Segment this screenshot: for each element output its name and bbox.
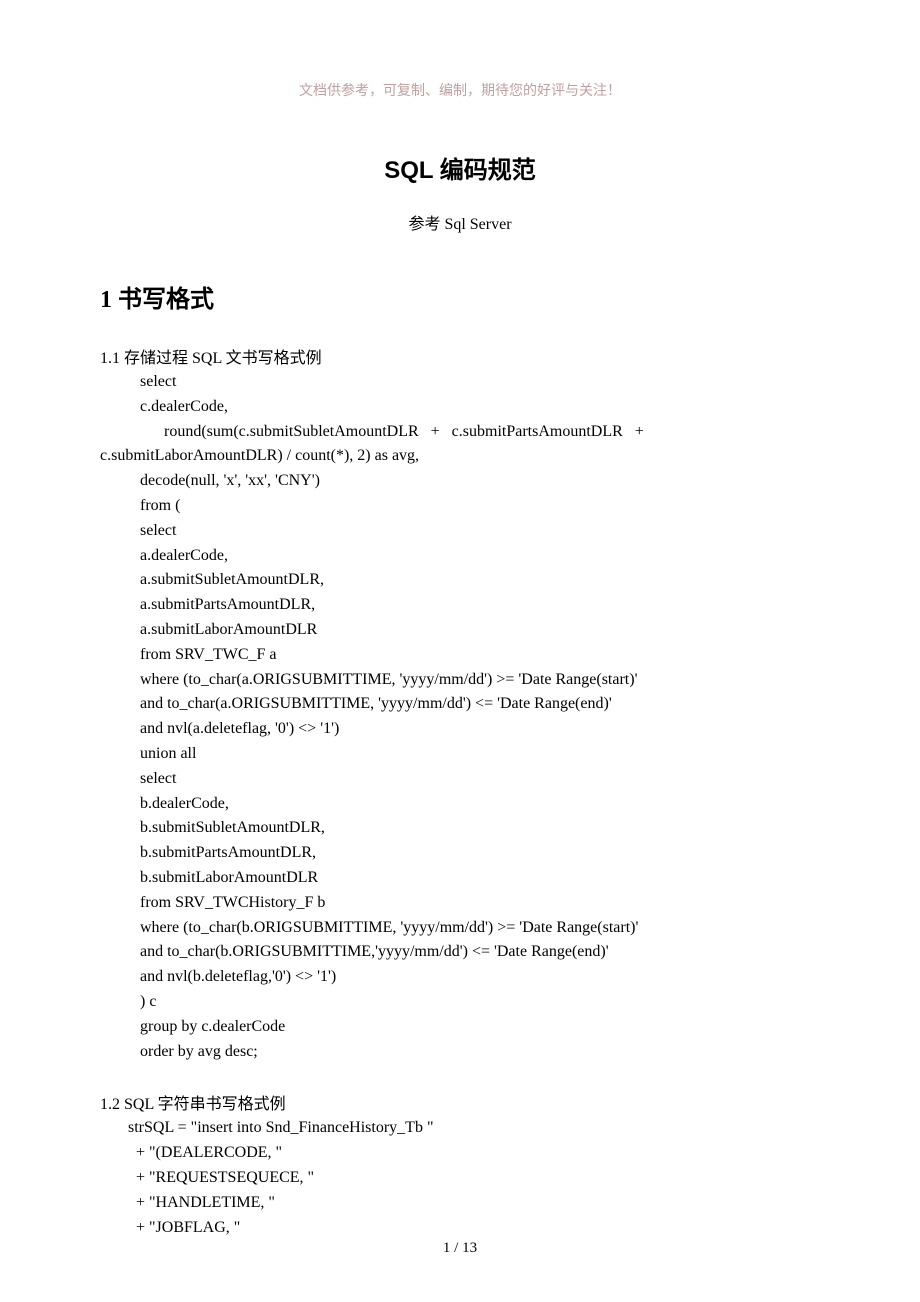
code-line: + "(DEALERCODE, " [128,1141,820,1166]
code-line: b.submitLaborAmountDLR [140,866,820,891]
code-block-2: strSQL = "insert into Snd_FinanceHistory… [100,1116,820,1240]
code-line: + "REQUESTSEQUECE, " [128,1166,820,1191]
code-line: strSQL = "insert into Snd_FinanceHistory… [128,1116,820,1141]
document-page: 文档供参考，可复制、编制，期待您的好评与关注！ SQL 编码规范 参考 Sql … [0,0,920,1302]
document-title: SQL 编码规范 [100,150,820,185]
page-number: 1 / 13 [0,1240,920,1257]
code-line: and to_char(b.ORIGSUBMITTIME,'yyyy/mm/dd… [140,940,820,965]
code-line: b.dealerCode, [140,792,820,817]
code-line: order by avg desc; [140,1040,820,1065]
code-line: select [140,519,820,544]
code-line: select [140,370,820,395]
code-line: a.submitSubletAmountDLR, [140,568,820,593]
code-line: group by c.dealerCode [140,1015,820,1040]
code-line: b.submitSubletAmountDLR, [140,816,820,841]
section-1-1-heading: 1.1 存储过程 SQL 文书写格式例 [100,344,820,368]
code-line: + "JOBFLAG, " [128,1216,820,1241]
code-line: a.dealerCode, [140,544,820,569]
code-line: and to_char(a.ORIGSUBMITTIME, 'yyyy/mm/d… [140,692,820,717]
code-line: round(sum(c.submitSubletAmountDLR + c.su… [140,420,820,445]
code-line: a.submitLaborAmountDLR [140,618,820,643]
code-line: from SRV_TWC_F a [140,643,820,668]
code-line: where (to_char(a.ORIGSUBMITTIME, 'yyyy/m… [140,668,820,693]
code-line: + "HANDLETIME, " [128,1191,820,1216]
header-note: 文档供参考，可复制、编制，期待您的好评与关注！ [100,80,820,100]
document-subtitle: 参考 Sql Server [100,210,820,234]
code-line: a.submitPartsAmountDLR, [140,593,820,618]
code-line: c.dealerCode, [140,395,820,420]
code-line: from SRV_TWCHistory_F b [140,891,820,916]
section-1-2-heading: 1.2 SQL 字符串书写格式例 [100,1090,820,1114]
code-line: and nvl(a.deleteflag, '0') <> '1') [140,717,820,742]
code-line: b.submitPartsAmountDLR, [140,841,820,866]
code-line: and nvl(b.deleteflag,'0') <> '1') [140,965,820,990]
code-line: c.submitLaborAmountDLR) / count(*), 2) a… [100,444,820,469]
section-1-heading: 1 书写格式 [100,279,820,314]
code-line: from ( [140,494,820,519]
code-line: where (to_char(b.ORIGSUBMITTIME, 'yyyy/m… [140,916,820,941]
code-block-1: select c.dealerCode, round(sum(c.submitS… [100,370,820,1064]
code-line: select [140,767,820,792]
code-line: union all [140,742,820,767]
code-line: decode(null, 'x', 'xx', 'CNY') [140,469,820,494]
code-line: ) c [140,990,820,1015]
